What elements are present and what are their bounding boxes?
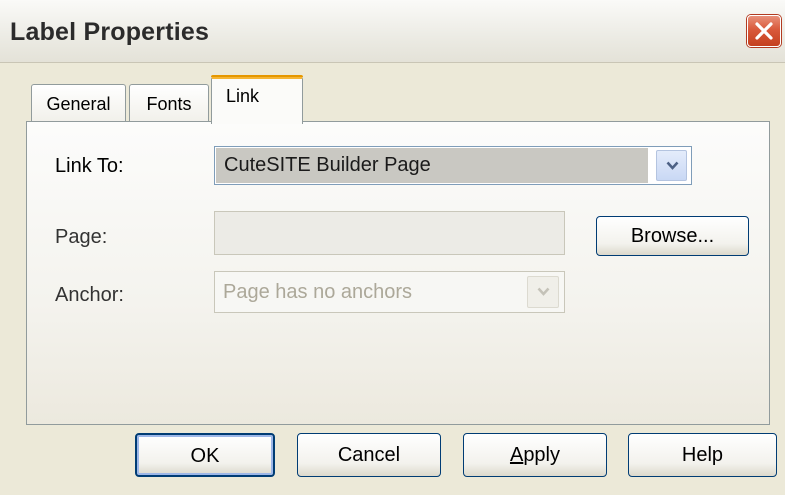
anchor-label: Anchor: [55, 284, 124, 306]
chevron-down-icon [537, 287, 550, 296]
tab-link[interactable]: Link [211, 75, 303, 124]
close-button[interactable] [747, 15, 781, 47]
title-bar[interactable]: Label Properties [0, 0, 785, 63]
anchor-select[interactable]: Page has no anchors [214, 271, 565, 313]
close-icon [755, 22, 773, 40]
page-input[interactable] [214, 211, 565, 255]
help-button[interactable]: Help [628, 433, 777, 477]
link-to-value: CuteSITE Builder Page [216, 148, 648, 183]
anchor-dropdown-button[interactable] [527, 276, 559, 308]
link-to-select[interactable]: CuteSITE Builder Page [214, 146, 692, 185]
apply-button[interactable]: Apply [463, 433, 607, 477]
browse-button[interactable]: Browse... [596, 216, 749, 256]
tab-general[interactable]: General [31, 84, 126, 122]
link-to-label: Link To: [55, 155, 124, 177]
apply-label-rest: pply [523, 444, 561, 466]
tab-fonts[interactable]: Fonts [129, 84, 209, 122]
window-title: Label Properties [10, 18, 210, 46]
apply-mnemonic: A [509, 444, 524, 466]
cancel-button[interactable]: Cancel [297, 433, 441, 477]
page-label: Page: [55, 226, 108, 248]
anchor-value: Page has no anchors [223, 281, 413, 303]
label-properties-dialog: Label Properties General Fonts Link Link… [0, 0, 785, 495]
link-to-dropdown-button[interactable] [656, 150, 687, 181]
ok-button[interactable]: OK [135, 433, 275, 477]
chevron-down-icon [666, 161, 679, 170]
